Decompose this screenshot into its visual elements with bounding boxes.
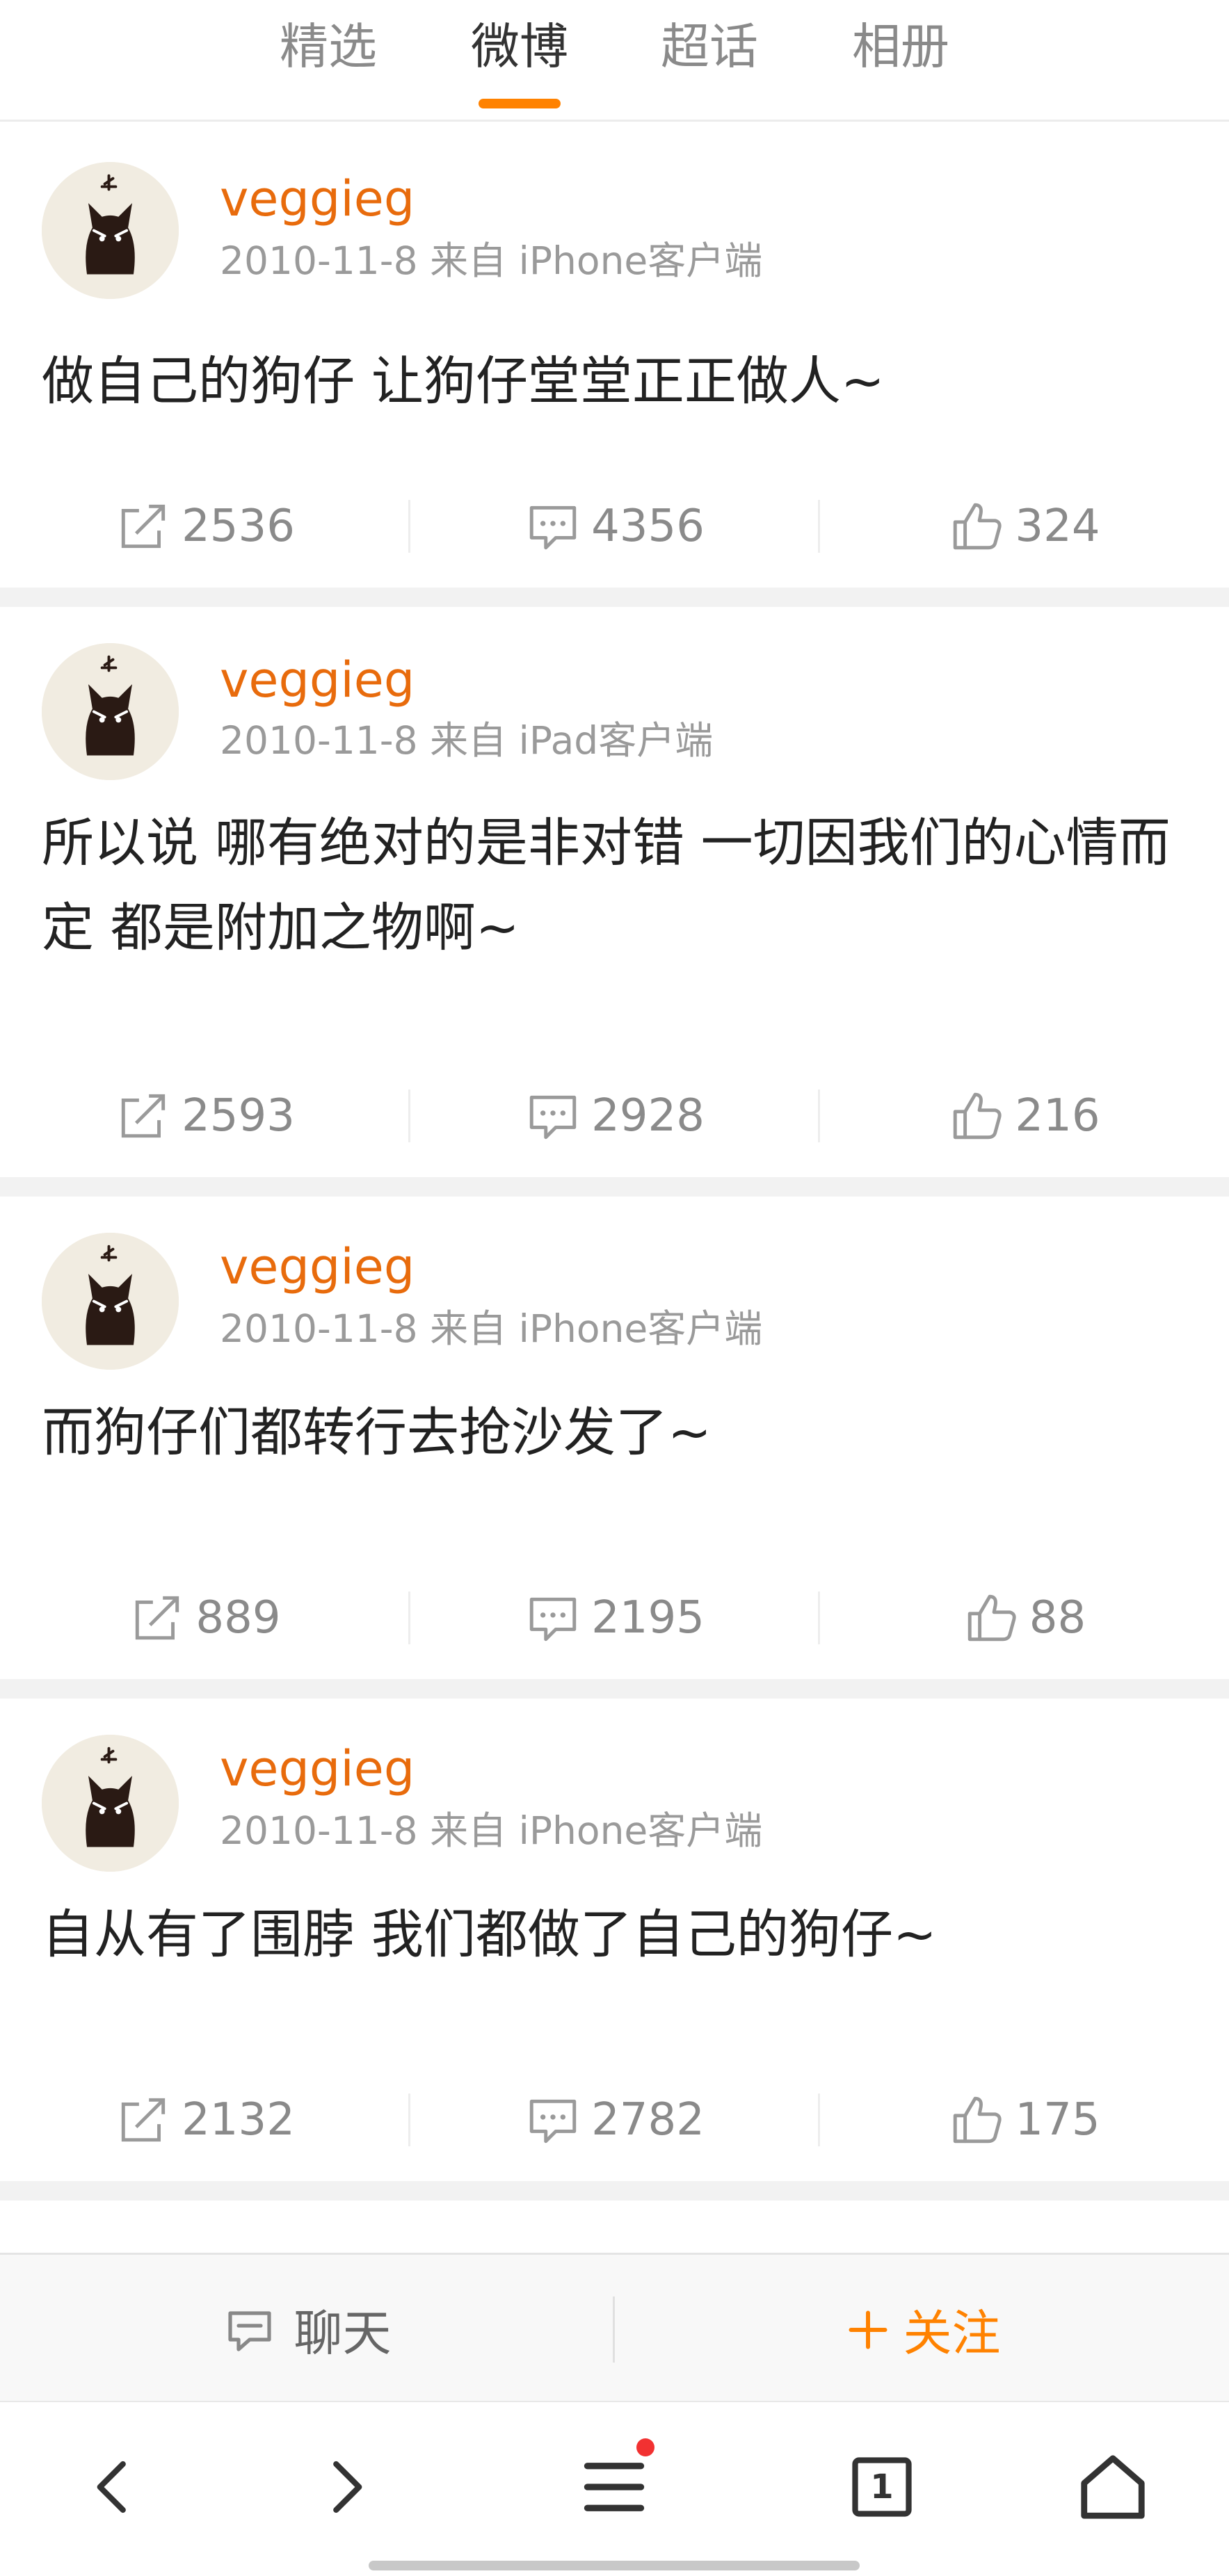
repost-button[interactable]: 2593 — [0, 1074, 410, 1158]
comment-icon — [529, 1597, 577, 1642]
repost-button[interactable]: 2132 — [0, 2078, 410, 2162]
comment-count: 2782 — [591, 2094, 705, 2146]
plus-icon — [849, 2310, 887, 2349]
post-meta: 2010-11-8 来自 iPhone客户端 — [220, 238, 763, 283]
thumbs-up-icon — [967, 1594, 1016, 1642]
tab-album[interactable]: 相册 — [817, 15, 984, 78]
avatar[interactable] — [42, 1735, 179, 1872]
like-button[interactable]: 175 — [819, 2078, 1229, 2162]
like-button[interactable]: 324 — [819, 485, 1229, 568]
post-separator — [0, 1177, 1229, 1197]
post-card: veggieg 2010-11-8 来自 iPad客户端 所以说 哪有绝对的是非… — [0, 607, 1229, 1177]
cat-avatar-icon — [42, 1233, 179, 1370]
tab-weibo[interactable]: 微博 — [436, 15, 603, 78]
repost-count: 2593 — [182, 1090, 295, 1142]
repost-icon — [121, 1094, 166, 1138]
forward-button[interactable] — [304, 2445, 387, 2529]
cat-avatar-icon — [42, 162, 179, 299]
top-tab-bar: 精选 微博 超话 相册 — [0, 0, 1229, 122]
post-meta: 2010-11-8 来自 iPad客户端 — [220, 718, 714, 763]
chevron-right-icon — [333, 2461, 362, 2513]
repost-button[interactable]: 889 — [0, 1576, 410, 1660]
chevron-left-icon — [97, 2461, 126, 2513]
repost-count: 889 — [195, 1592, 281, 1644]
cat-avatar-icon — [42, 643, 179, 780]
repost-button[interactable]: 2536 — [0, 485, 410, 568]
post-username[interactable]: veggieg — [220, 1739, 415, 1799]
chat-icon — [227, 2310, 271, 2351]
repost-icon — [136, 1596, 179, 1640]
like-button[interactable]: 88 — [819, 1576, 1229, 1660]
notification-dot — [636, 2438, 654, 2456]
post-text[interactable]: 而狗仔们都转行去抢沙发了~ — [42, 1390, 1189, 1475]
post-text[interactable]: 所以说 哪有绝对的是非对错 一切因我们的心情而定 都是附加之物啊~ — [42, 800, 1189, 970]
repost-icon — [121, 504, 166, 549]
home-indicator[interactable] — [369, 2561, 860, 2570]
cat-avatar-icon — [42, 1735, 179, 1872]
post-actions: 2132 2782 175 — [0, 2078, 1229, 2162]
menu-icon — [584, 2463, 645, 2511]
menu-button[interactable] — [572, 2438, 656, 2529]
thumbs-up-icon — [954, 503, 1002, 550]
comment-count: 4356 — [591, 501, 705, 552]
post-username[interactable]: veggieg — [220, 169, 415, 229]
repost-count: 2536 — [182, 501, 295, 552]
tab-featured[interactable]: 精选 — [245, 15, 412, 78]
comment-icon — [529, 505, 577, 550]
repost-count: 2132 — [182, 2094, 295, 2146]
like-count: 175 — [1015, 2094, 1100, 2146]
post-actions: 889 2195 88 — [0, 1576, 1229, 1660]
comment-button[interactable]: 2782 — [410, 2078, 819, 2162]
post-separator — [0, 2181, 1229, 2201]
post-actions: 2593 2928 216 — [0, 1074, 1229, 1158]
home-icon — [1081, 2455, 1145, 2519]
post-card: veggieg 2010-11-8 来自 iPhone客户端 做自己的狗仔 让狗… — [0, 122, 1229, 588]
comment-count: 2195 — [591, 1592, 705, 1644]
avatar[interactable] — [42, 643, 179, 780]
comment-button[interactable]: 2928 — [410, 1074, 819, 1158]
chat-button[interactable]: 聊天 — [0, 2255, 613, 2404]
post-separator — [0, 588, 1229, 607]
like-count: 324 — [1015, 501, 1100, 552]
repost-icon — [121, 2098, 166, 2142]
comment-icon — [529, 2099, 577, 2144]
post-username[interactable]: veggieg — [220, 1237, 415, 1297]
post-text[interactable]: 自从有了围脖 我们都做了自己的狗仔~ — [42, 1892, 1189, 1977]
tab-count: 1 — [870, 2468, 894, 2506]
post-username[interactable]: veggieg — [220, 650, 415, 710]
avatar[interactable] — [42, 1233, 179, 1370]
post-meta: 2010-11-8 来自 iPhone客户端 — [220, 1306, 763, 1351]
thumbs-up-icon — [954, 1092, 1002, 1140]
home-button[interactable] — [1071, 2445, 1155, 2529]
follow-button[interactable]: 关注 — [615, 2255, 1229, 2404]
like-count: 88 — [1029, 1592, 1086, 1644]
tabs-button[interactable]: 1 — [840, 2445, 924, 2529]
back-button[interactable] — [72, 2445, 155, 2529]
thumbs-up-icon — [954, 2096, 1002, 2144]
tab-super-topic[interactable]: 超话 — [626, 15, 793, 78]
comment-button[interactable]: 2195 — [410, 1576, 819, 1660]
profile-action-bar: 聊天 关注 — [0, 2253, 1229, 2402]
active-tab-indicator — [479, 99, 561, 108]
post-separator — [0, 1679, 1229, 1699]
post-card: veggieg 2010-11-8 来自 iPhone客户端 而狗仔们都转行去抢… — [0, 1197, 1229, 1679]
post-actions: 2536 4356 324 — [0, 485, 1229, 568]
post-card: veggieg 2010-11-8 来自 iPhone客户端 自从有了围脖 我们… — [0, 1699, 1229, 2181]
follow-label: 关注 — [903, 2305, 1001, 2362]
comment-button[interactable]: 4356 — [410, 485, 819, 568]
like-count: 216 — [1015, 1090, 1100, 1142]
chat-label: 聊天 — [294, 2305, 392, 2362]
post-meta: 2010-11-8 来自 iPhone客户端 — [220, 1808, 763, 1853]
post-text[interactable]: 做自己的狗仔 让狗仔堂堂正正做人~ — [42, 339, 1189, 423]
browser-nav-bar: 1 — [0, 2404, 1229, 2576]
comment-count: 2928 — [591, 1090, 705, 1142]
comment-icon — [529, 1095, 577, 1140]
like-button[interactable]: 216 — [819, 1074, 1229, 1158]
avatar[interactable] — [42, 162, 179, 299]
